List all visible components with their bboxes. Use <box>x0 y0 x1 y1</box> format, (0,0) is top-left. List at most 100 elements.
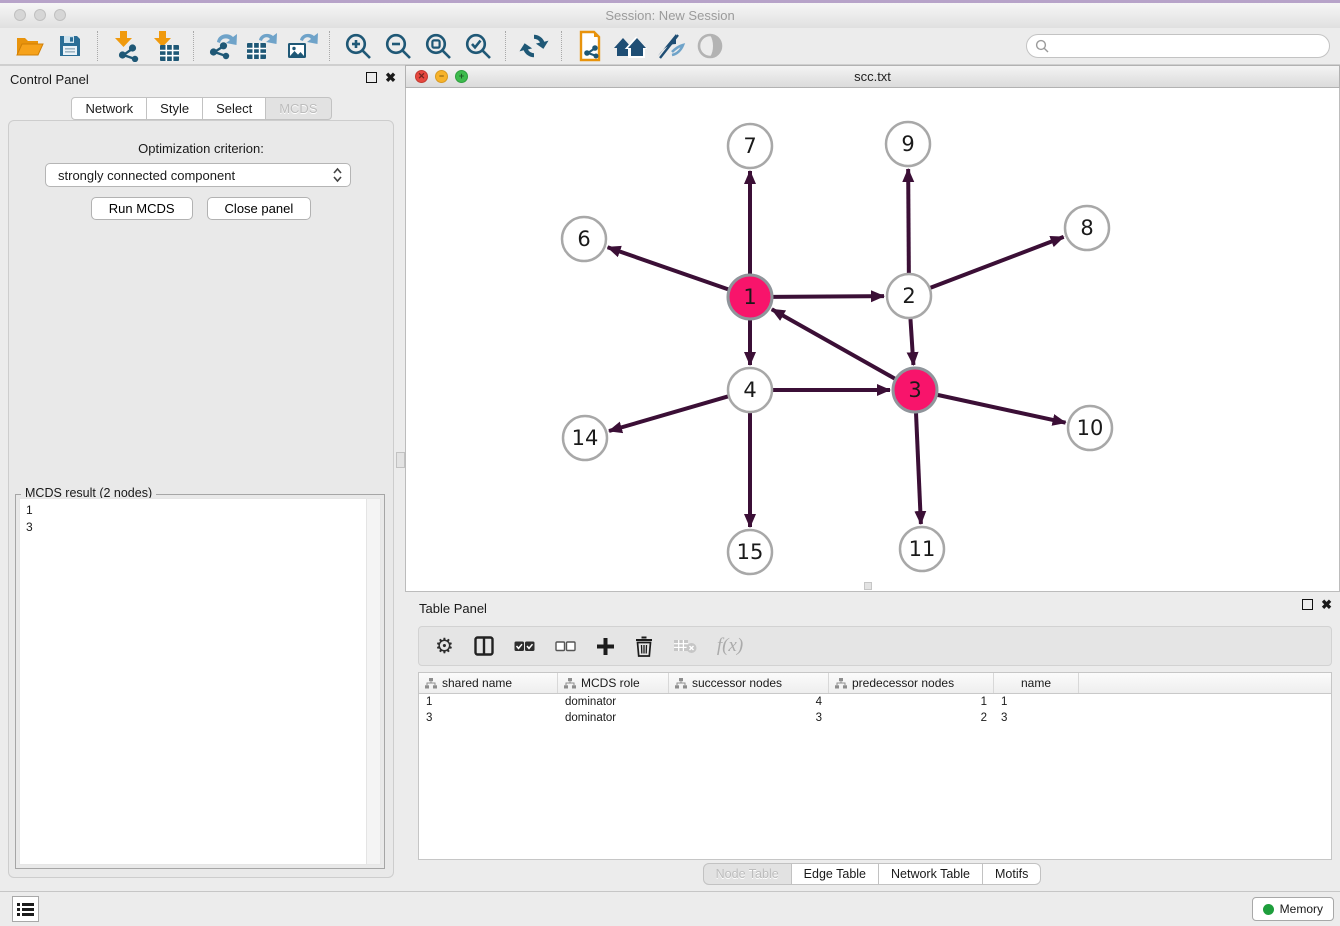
tab-edge-table[interactable]: Edge Table <box>791 863 879 885</box>
column-selector-icon[interactable] <box>474 636 494 656</box>
memory-button[interactable]: Memory <box>1252 897 1334 921</box>
result-scrollbar[interactable] <box>366 499 380 864</box>
control-panel-tabs: NetworkStyleSelectMCDS <box>0 97 404 120</box>
run-mcds-button[interactable]: Run MCDS <box>91 197 193 220</box>
zoom-out-button[interactable] <box>378 29 418 63</box>
float-panel-icon[interactable] <box>366 72 377 83</box>
import-network-button[interactable] <box>106 29 146 63</box>
column-label: successor nodes <box>692 676 782 690</box>
tab-mcds[interactable]: MCDS <box>265 97 331 120</box>
criterion-dropdown[interactable]: strongly connected component <box>45 163 351 187</box>
tab-node-table[interactable]: Node Table <box>703 863 792 885</box>
close-table-panel-icon[interactable]: ✖ <box>1321 599 1332 610</box>
table-row[interactable]: 3dominator323 <box>419 710 1331 726</box>
task-history-button[interactable] <box>12 896 39 922</box>
graph-edge-2-9[interactable] <box>908 169 909 273</box>
toolbar-separator <box>561 31 563 61</box>
tab-select[interactable]: Select <box>202 97 266 120</box>
add-column-icon[interactable] <box>596 637 615 656</box>
zoom-selected-icon <box>463 31 493 61</box>
tab-network[interactable]: Network <box>71 97 147 120</box>
graph-edge-4-14[interactable] <box>609 396 728 431</box>
graph-node-label-1: 1 <box>743 285 756 309</box>
attribute-type-icon <box>564 678 576 689</box>
node-table[interactable]: shared nameMCDS role successor nodes prede… <box>418 672 1332 860</box>
column-header-name[interactable]: name <box>994 673 1079 693</box>
zoom-in-button[interactable] <box>338 29 378 63</box>
graph-edge-3-1[interactable] <box>772 309 895 378</box>
cell-successor-nodes[interactable]: 4 <box>669 696 829 708</box>
toolbar-separator <box>97 31 99 61</box>
column-header-MCDS-role[interactable]: MCDS role <box>558 673 669 693</box>
mcds-result-list[interactable]: 1 3 <box>19 498 381 865</box>
graph-node-label-14: 14 <box>572 426 599 450</box>
deselect-all-rows-icon[interactable] <box>555 640 576 653</box>
graph-edge-2-8[interactable] <box>930 237 1063 288</box>
toolbar-separator <box>505 31 507 61</box>
cell-successor-nodes[interactable]: 3 <box>669 712 829 724</box>
graph-edge-3-10[interactable] <box>937 395 1065 423</box>
vertical-splitter-handle[interactable] <box>396 452 405 468</box>
optimization-criterion-label: Optimization criterion: <box>9 141 393 156</box>
export-network-button[interactable] <box>202 29 242 63</box>
horizontal-splitter-handle[interactable] <box>864 582 872 590</box>
import-network-icon <box>110 30 142 62</box>
graph-edge-1-6[interactable] <box>608 247 729 289</box>
import-table-button[interactable] <box>146 29 186 63</box>
column-label: name <box>1021 676 1051 690</box>
zoom-fit-button[interactable] <box>418 29 458 63</box>
export-table-button[interactable] <box>242 29 282 63</box>
cell-shared-name[interactable]: 1 <box>419 696 558 708</box>
hide-panels-button[interactable] <box>650 29 690 63</box>
tab-motifs[interactable]: Motifs <box>982 863 1041 885</box>
save-floppy-icon <box>58 34 82 58</box>
close-panel-icon[interactable]: ✖ <box>385 72 396 83</box>
cell-MCDS-role[interactable]: dominator <box>558 712 669 724</box>
select-all-rows-icon[interactable] <box>514 640 535 653</box>
open-file-button[interactable] <box>10 29 50 63</box>
tab-network-table[interactable]: Network Table <box>878 863 983 885</box>
attribute-type-icon <box>835 678 847 689</box>
zoom-in-icon <box>343 31 373 61</box>
save-session-button[interactable] <box>50 29 90 63</box>
control-panel: Control Panel ✖ NetworkStyleSelectMCDS O… <box>0 68 404 888</box>
cell-name[interactable]: 1 <box>994 696 1079 708</box>
home-button[interactable] <box>610 29 650 63</box>
network-canvas[interactable]: 1234678910111415 <box>405 88 1340 592</box>
graph-node-label-3: 3 <box>908 378 921 402</box>
graph-node-label-6: 6 <box>577 227 590 251</box>
export-image-button[interactable] <box>282 29 322 63</box>
mcds-panel: Optimization criterion: strongly connect… <box>8 120 394 878</box>
cell-MCDS-role[interactable]: dominator <box>558 696 669 708</box>
search-input[interactable] <box>1049 38 1321 55</box>
tab-style[interactable]: Style <box>146 97 203 120</box>
close-panel-button[interactable]: Close panel <box>207 197 312 220</box>
cell-shared-name[interactable]: 3 <box>419 712 558 724</box>
zoom-selected-button[interactable] <box>458 29 498 63</box>
zoom-fit-icon <box>423 31 453 61</box>
duplicate-network-button[interactable] <box>570 29 610 63</box>
attribute-type-icon <box>425 678 437 689</box>
refresh-button[interactable] <box>514 29 554 63</box>
node-table-body: 1dominator4113dominator323 <box>419 694 1331 726</box>
column-label: predecessor nodes <box>852 676 954 690</box>
graph-edge-2-3[interactable] <box>910 319 913 365</box>
column-header-shared-name[interactable]: shared name <box>419 673 558 693</box>
cell-name[interactable]: 3 <box>994 712 1079 724</box>
graph-node-label-15: 15 <box>737 540 764 564</box>
cell-predecessor-nodes[interactable]: 1 <box>829 696 994 708</box>
table-panel-tabs: Node TableEdge TableNetwork TableMotifs <box>405 863 1340 885</box>
graph-edge-3-11[interactable] <box>916 413 921 524</box>
column-header-successor-nodes[interactable]: successor nodes <box>669 673 829 693</box>
search-field[interactable] <box>1026 34 1330 58</box>
cell-predecessor-nodes[interactable]: 2 <box>829 712 994 724</box>
window-title: Session: New Session <box>0 8 1340 23</box>
column-header-predecessor-nodes[interactable]: predecessor nodes <box>829 673 994 693</box>
table-options-icon[interactable]: ⚙ <box>435 636 454 657</box>
network-graph[interactable]: 1234678910111415 <box>406 88 1339 591</box>
delete-column-icon[interactable] <box>635 636 653 657</box>
table-row[interactable]: 1dominator411 <box>419 694 1331 710</box>
float-table-panel-icon[interactable] <box>1302 599 1313 610</box>
network-window-titlebar[interactable]: ✕ − + scc.txt <box>405 65 1340 88</box>
graph-edge-1-2[interactable] <box>773 296 884 297</box>
